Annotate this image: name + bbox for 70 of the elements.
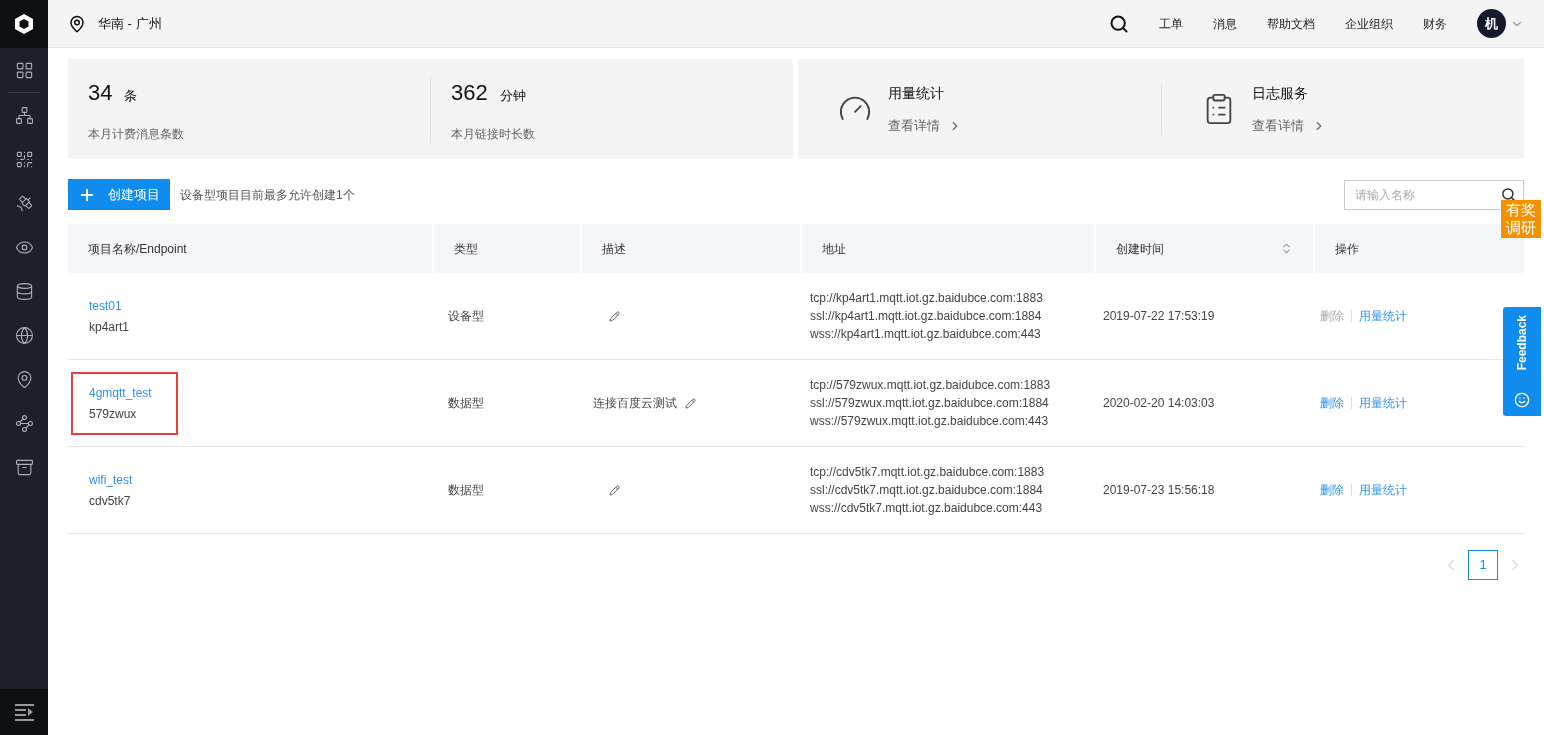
location-icon [68, 14, 86, 33]
column-header[interactable]: 创建时间 [1096, 224, 1313, 273]
column-header: 类型 [434, 224, 580, 273]
view-details-link[interactable]: 查看详情 [888, 115, 962, 136]
nav-link[interactable]: 财务 [1423, 14, 1447, 33]
address-text: tcp://579zwux.mqtt.iot.gz.baidubce.com:1883 [810, 377, 1052, 394]
type-cell-text: 数据型 [448, 395, 484, 412]
nav-link[interactable]: 消息 [1213, 14, 1237, 33]
search-icon[interactable] [1109, 13, 1129, 34]
address-text: tcp://cdv5tk7.mqtt.iot.gz.baidubce.com:1883 [810, 464, 1046, 481]
shortcut-title: 日志服务 [1251, 83, 1309, 103]
page-button[interactable]: 1 [1468, 550, 1498, 580]
stat-label: 本月计费消息条数 [88, 125, 185, 143]
grid-icon[interactable] [14, 149, 34, 169]
action-link[interactable]: 用量统计 [1359, 307, 1407, 325]
edit-icon[interactable] [685, 397, 696, 409]
stat-label: 本月链接时长数 [451, 125, 536, 143]
address-text: wss://cdv5tk7.mqtt.iot.gz.baidubce.com:443 [810, 500, 1044, 517]
hint-text: 设备型项目目前最多允许创建1个 [180, 186, 355, 204]
endpoint-text: kp4art1 [89, 318, 130, 336]
edit-icon[interactable] [609, 484, 620, 496]
created-time: 2020-02-20 14:03:03 [1103, 395, 1215, 412]
action-link[interactable]: 用量统计 [1359, 481, 1407, 499]
endpoint-text: cdv5tk7 [89, 492, 132, 510]
type-cell-text: 设备型 [448, 308, 484, 325]
dashboard-icon[interactable] [14, 60, 34, 80]
action-link[interactable]: 用量统计 [1359, 394, 1407, 412]
archive-icon[interactable] [14, 457, 34, 477]
address-text: wss://579zwux.mqtt.iot.gz.baidubce.com:443 [810, 413, 1050, 430]
create-project-button[interactable]: 创建项目 [68, 179, 170, 210]
address-text: wss://kp4art1.mqtt.iot.gz.baidubce.com:443 [810, 326, 1042, 343]
address-text: ssl://kp4art1.mqtt.iot.gz.baidubce.com:1884 [810, 308, 1043, 325]
network-icon[interactable] [14, 105, 34, 125]
stat-value: 362 [451, 78, 488, 107]
stat-unit: 条 [124, 86, 138, 105]
type-cell-text: 数据型 [448, 482, 484, 499]
satellite-icon[interactable] [14, 193, 34, 213]
smile-icon [1514, 392, 1530, 408]
nav-link[interactable]: 工单 [1159, 14, 1183, 33]
view-details-link[interactable]: 查看详情 [1251, 115, 1326, 136]
menu-icon[interactable] [14, 703, 34, 721]
avatar[interactable]: 机 [1477, 9, 1506, 38]
project-link[interactable]: 4gmqtt_test [89, 383, 152, 402]
created-time: 2019-07-22 17:53:19 [1103, 308, 1215, 325]
column-header: 描述 [582, 224, 800, 273]
region-selector[interactable]: 华南 - 广州 [98, 13, 162, 34]
address-text: tcp://kp4art1.mqtt.iot.gz.baidubce.com:1883 [810, 290, 1044, 307]
column-header: 地址 [802, 224, 1094, 273]
route-icon[interactable] [14, 413, 34, 433]
action-link[interactable]: 删除 [1320, 481, 1344, 499]
endpoint-text: 579zwux [89, 405, 138, 423]
address-text: ssl://cdv5tk7.mqtt.iot.gz.baidubce.com:1884 [810, 482, 1044, 499]
project-link[interactable]: test01 [89, 296, 130, 315]
shortcut-title: 用量统计 [888, 83, 945, 103]
address-text: ssl://579zwux.mqtt.iot.gz.baidubce.com:1884 [810, 395, 1050, 412]
globe-icon[interactable] [14, 325, 34, 345]
description-text: 连接百度云测试 [593, 395, 677, 412]
action-link[interactable]: 删除 [1320, 394, 1344, 412]
survey-badge[interactable]: 有奖调研 [1501, 200, 1541, 238]
project-link[interactable]: wifi_test [89, 470, 133, 489]
created-time: 2019-07-23 15:56:18 [1103, 482, 1215, 499]
stat-unit: 分钟 [499, 86, 526, 105]
search-icon[interactable] [1501, 186, 1516, 202]
feedback-tab[interactable]: Feedback [1503, 307, 1541, 416]
edit-icon[interactable] [609, 310, 620, 322]
column-header: 项目名称/Endpoint [68, 224, 432, 273]
nav-link[interactable]: 帮助文档 [1267, 14, 1315, 33]
stat-value: 34 [88, 78, 113, 107]
database-icon[interactable] [14, 281, 34, 301]
nav-link[interactable]: 企业组织 [1345, 14, 1393, 33]
